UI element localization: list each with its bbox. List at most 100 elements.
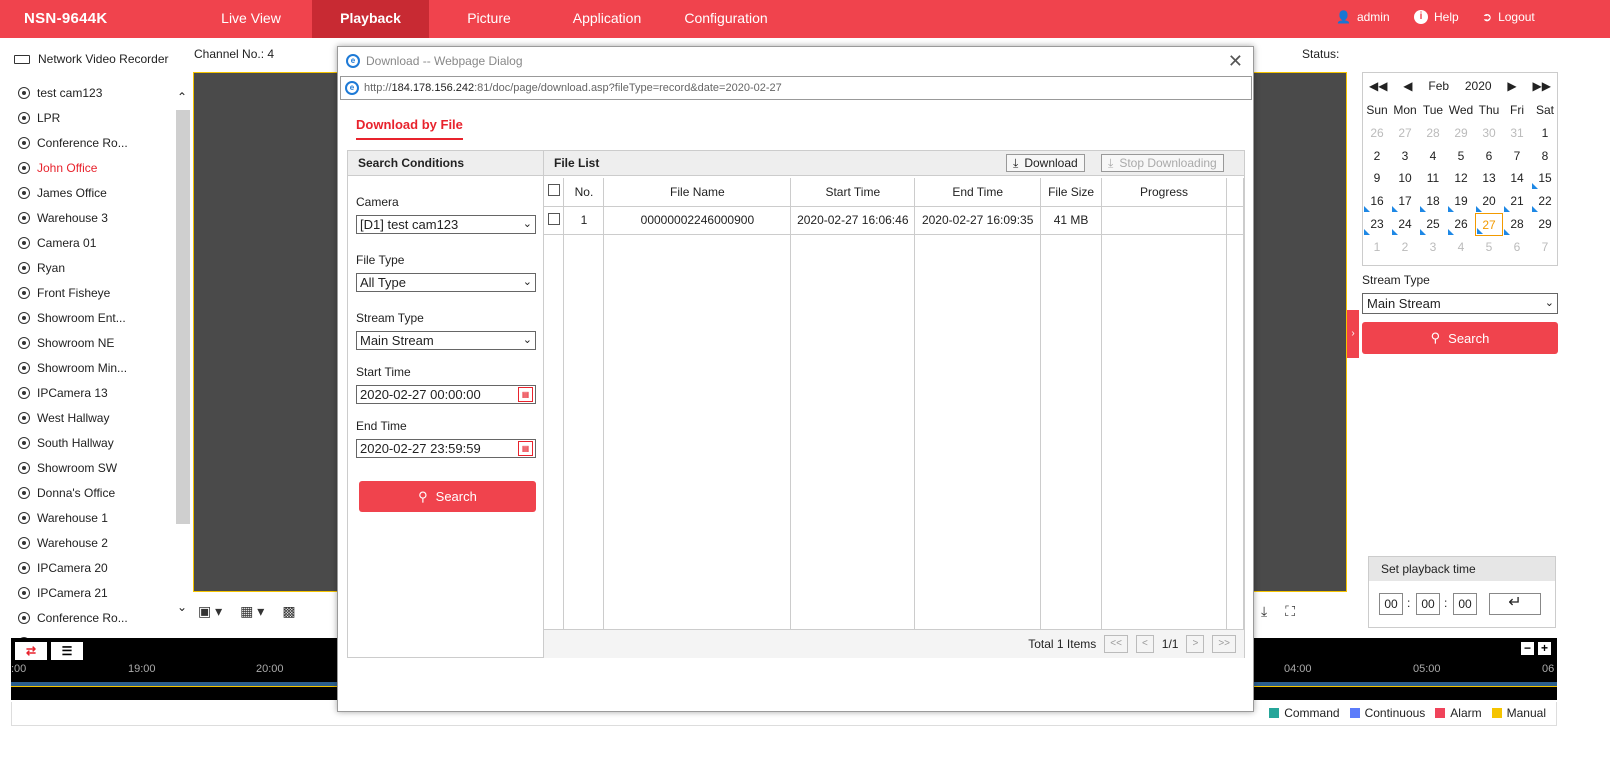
channel-item[interactable]: South Hallway	[14, 430, 176, 455]
end-time-input[interactable]: 2020-02-27 23:59:59 ▦	[356, 439, 536, 458]
download-icon[interactable]: ⤓	[1261, 603, 1267, 620]
channel-item[interactable]: Ryan	[14, 255, 176, 280]
calendar-day[interactable]: 1	[1363, 236, 1391, 259]
capture-icon[interactable]: ▦ ▾	[240, 603, 264, 620]
select-all-checkbox[interactable]	[547, 184, 560, 197]
calendar-day[interactable]: 17	[1391, 190, 1419, 213]
calendar-day[interactable]: 31	[1503, 122, 1531, 145]
next-month-icon[interactable]: ▶	[1507, 79, 1516, 93]
calendar-day[interactable]: 2	[1363, 145, 1391, 168]
calendar-day[interactable]: 29	[1531, 213, 1559, 236]
calendar-day[interactable]: 30	[1475, 122, 1503, 145]
search-button[interactable]: ⚲ Search	[1362, 322, 1558, 354]
calendar-day[interactable]: 11	[1419, 167, 1447, 190]
stream-type-select[interactable]: Main Stream ⌄	[356, 331, 536, 350]
calendar-day[interactable]: 28	[1419, 122, 1447, 145]
channel-item[interactable]: Front Fisheye	[14, 280, 176, 305]
prev-year-icon[interactable]: ◀◀	[1369, 79, 1387, 93]
scroll-up-icon[interactable]: ⌃	[177, 90, 187, 104]
calendar-day[interactable]: 5	[1447, 145, 1475, 168]
logout-link[interactable]: ➲ Logout	[1482, 10, 1535, 24]
next-page-button[interactable]: >	[1186, 635, 1205, 653]
calendar-icon[interactable]: ▦	[518, 441, 533, 456]
calendar-icon[interactable]: ▦	[518, 387, 533, 402]
channel-item[interactable]: IPCamera 20	[14, 555, 176, 580]
zoom-out-icon[interactable]: −	[1521, 642, 1534, 655]
prev-page-button[interactable]: <	[1135, 635, 1154, 653]
calendar-day[interactable]: 20	[1475, 190, 1503, 213]
calendar-day[interactable]: 19	[1447, 190, 1475, 213]
channel-item[interactable]: Showroom SW	[14, 455, 176, 480]
calendar-day[interactable]: 4	[1447, 236, 1475, 259]
set-time-button[interactable]: ↵	[1489, 593, 1541, 615]
last-page-button[interactable]: >>	[1212, 635, 1236, 653]
calendar-day[interactable]: 6	[1503, 236, 1531, 259]
collapse-panel-icon[interactable]: ›	[1347, 310, 1359, 358]
calendar-day[interactable]: 29	[1447, 122, 1475, 145]
help-link[interactable]: i Help	[1414, 10, 1459, 24]
calendar-day[interactable]: 7	[1503, 145, 1531, 168]
channel-item[interactable]: John Office	[14, 155, 176, 180]
nav-live-view[interactable]: Live View	[200, 0, 302, 38]
prev-month-icon[interactable]: ◀	[1403, 79, 1412, 93]
channel-item[interactable]: Warehouse 1	[14, 505, 176, 530]
search-button[interactable]: ⚲ Search	[359, 481, 536, 512]
channel-item[interactable]: test cam123	[14, 80, 176, 105]
nav-configuration[interactable]: Configuration	[678, 0, 774, 38]
channel-item[interactable]: IPCamera 13	[14, 380, 176, 405]
channel-item[interactable]: Conference Ro...	[14, 605, 176, 630]
channel-item[interactable]: Showroom NE	[14, 330, 176, 355]
first-page-button[interactable]: <<	[1104, 635, 1128, 653]
calendar-day[interactable]: 16	[1363, 190, 1391, 213]
calendar-day[interactable]: 10	[1391, 167, 1419, 190]
tab-download-by-file[interactable]: Download by File	[356, 117, 463, 140]
channel-item[interactable]: Warehouse 2	[14, 530, 176, 555]
calendar-day[interactable]: 24	[1391, 213, 1419, 236]
user-menu[interactable]: 👤 admin	[1336, 10, 1390, 24]
timeline-sync-icon[interactable]: ⇄	[15, 642, 47, 660]
calendar-day[interactable]: 21	[1503, 190, 1531, 213]
calendar-day[interactable]: 13	[1475, 167, 1503, 190]
calendar-day[interactable]: 14	[1503, 167, 1531, 190]
stop-downloading-button[interactable]: ⤓ Stop Downloading	[1101, 154, 1224, 172]
calendar-day[interactable]: 8	[1531, 145, 1559, 168]
next-year-icon[interactable]: ▶▶	[1532, 79, 1550, 93]
close-icon[interactable]: ✕	[1228, 51, 1243, 72]
minute-input[interactable]: 00	[1416, 593, 1440, 615]
start-time-input[interactable]: 2020-02-27 00:00:00 ▦	[356, 385, 536, 404]
calendar-day[interactable]: 5	[1475, 236, 1503, 259]
calendar-day[interactable]: 22	[1531, 190, 1559, 213]
screen-icon[interactable]: ▩	[282, 603, 295, 620]
calendar-day[interactable]: 2	[1391, 236, 1419, 259]
nav-application[interactable]: Application	[560, 0, 654, 38]
hour-input[interactable]: 00	[1379, 593, 1403, 615]
calendar-day[interactable]: 27	[1475, 212, 1503, 236]
calendar-day[interactable]: 9	[1363, 167, 1391, 190]
timeline-settings-icon[interactable]: ☰	[51, 642, 83, 660]
second-input[interactable]: 00	[1453, 593, 1477, 615]
fullscreen-icon[interactable]: ⛶	[1285, 603, 1295, 620]
channel-item[interactable]: West Hallway	[14, 405, 176, 430]
calendar-day[interactable]: 4	[1419, 145, 1447, 168]
calendar-day[interactable]: 23	[1363, 213, 1391, 236]
channel-item[interactable]: James Office	[14, 180, 176, 205]
scrollbar-thumb[interactable]	[176, 110, 190, 524]
row-checkbox[interactable]	[547, 212, 560, 225]
table-row[interactable]: 1 00000002246000900 2020-02-27 16:06:46 …	[544, 206, 1245, 235]
channel-item[interactable]: LPR	[14, 105, 176, 130]
calendar-day[interactable]: 3	[1391, 145, 1419, 168]
nav-picture[interactable]: Picture	[440, 0, 538, 38]
file-type-select[interactable]: All Type ⌄	[356, 273, 536, 292]
stream-type-select[interactable]: Main Stream ⌄	[1362, 293, 1558, 314]
calendar-day[interactable]: 1	[1531, 122, 1559, 145]
channel-item[interactable]: Conference Ro...	[14, 130, 176, 155]
calendar-day[interactable]: 7	[1531, 236, 1559, 259]
calendar-day[interactable]: 25	[1419, 213, 1447, 236]
nav-playback[interactable]: Playback	[312, 0, 429, 38]
calendar-day[interactable]: 28	[1503, 213, 1531, 236]
calendar-day[interactable]: 6	[1475, 145, 1503, 168]
channel-item[interactable]: Donna's Office	[14, 480, 176, 505]
channel-item[interactable]: Warehouse 3	[14, 205, 176, 230]
calendar-day[interactable]: 26	[1363, 122, 1391, 145]
calendar-day[interactable]: 27	[1391, 122, 1419, 145]
